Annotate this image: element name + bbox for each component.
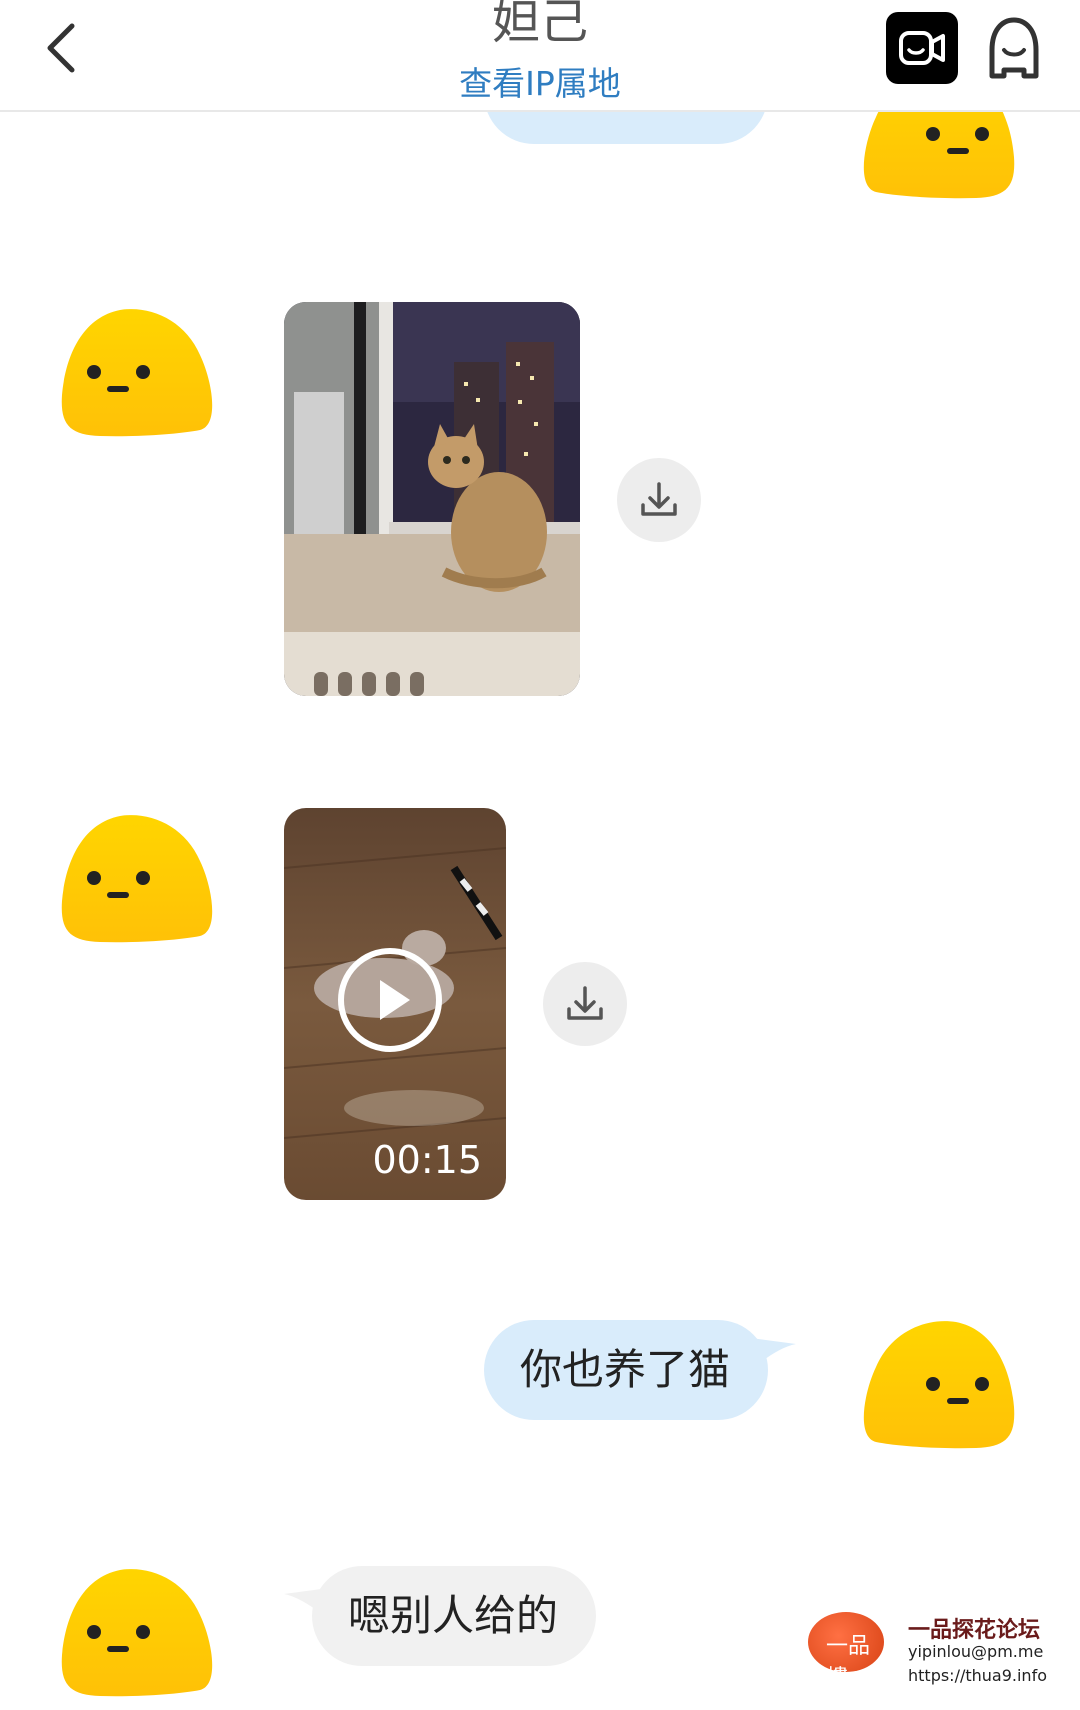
download-icon [567,986,603,1020]
message-bubble-outgoing[interactable]: 你也养了猫 [484,1320,768,1420]
chat-header: 妲己 查看IP属地 [0,0,1080,112]
person-icon [989,17,1039,79]
download-image-button[interactable] [617,458,701,542]
bubble-tail [736,1336,796,1381]
watermark-title: 一品探花论坛 [908,1618,1041,1643]
message-text: 嗯别人给的 [348,1591,559,1640]
play-icon [380,980,410,1020]
avatar-contact[interactable] [60,300,220,450]
watermark-url: https://thua9.info [908,1666,1047,1685]
message-bubble-incoming[interactable]: 嗯别人给的 [312,1566,596,1666]
video-call-button[interactable] [886,12,958,84]
message-video[interactable]: 00:15 [284,808,506,1200]
avatar-contact[interactable] [60,1560,220,1710]
avatar-contact[interactable] [60,806,220,956]
watermark: 一品樓 一品探花论坛 yipinlou@pm.me https://thua9.… [804,1604,1064,1692]
watermark-email: yipinlou@pm.me [908,1642,1044,1661]
profile-button[interactable] [984,16,1044,82]
cat-photo [284,302,580,696]
message-image[interactable] [284,302,580,696]
video-camera-icon [899,31,945,65]
message-text: 你也养了猫 [520,1345,731,1394]
video-duration: 00:15 [372,1138,482,1182]
watermark-logo: 一品樓 [808,1612,884,1691]
avatar-self[interactable] [856,1312,1016,1462]
play-button[interactable] [338,948,442,1052]
download-video-button[interactable] [543,962,627,1046]
download-icon [641,482,677,516]
